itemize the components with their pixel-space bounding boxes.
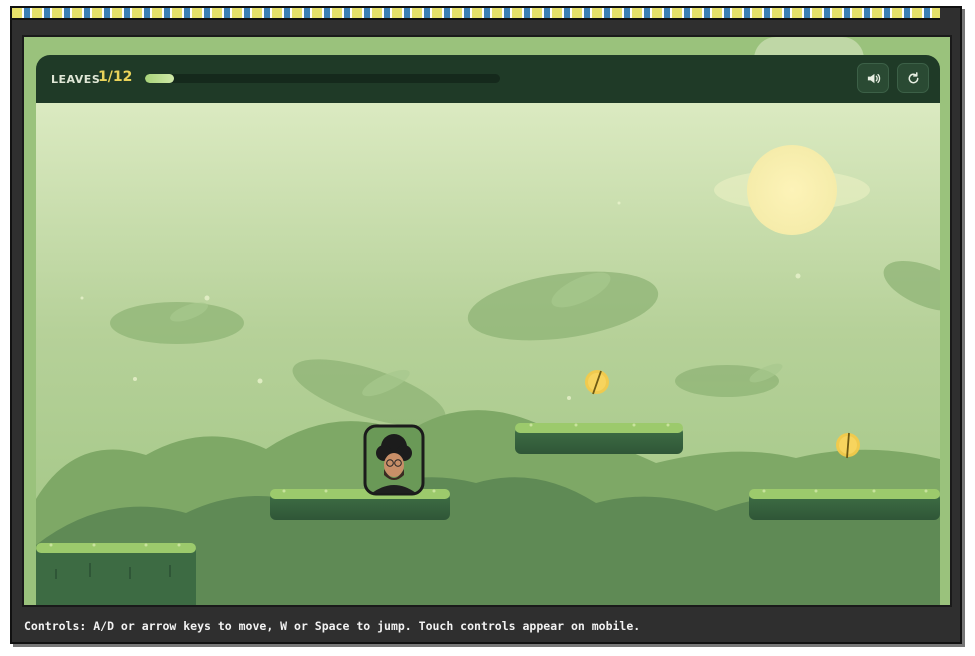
leaf-collectible [585,370,609,395]
leaves-progress-bar [145,74,500,83]
decorative-stripe [12,6,940,20]
platform-right [749,489,940,520]
controls-help-text: Controls: A/D or arrow keys to move, W o… [24,619,641,633]
platform-middle-left [270,489,450,520]
player-avatar [363,424,425,496]
leaves-count: 1/12 [98,69,133,85]
platform-ground-left [36,543,196,605]
restart-button[interactable] [897,63,929,93]
game-canvas[interactable] [36,103,940,605]
speaker-icon [867,73,880,83]
hud-bar: LEAVES 1/12 [36,55,940,103]
game-scene [36,103,940,605]
game-stage: LEAVES 1/12 [22,35,952,607]
sound-button[interactable] [857,63,889,93]
restart-icon [908,71,918,83]
leaves-label: LEAVES [51,73,101,86]
platform-center [515,423,683,454]
sun [747,145,837,235]
leaves-progress-fill [145,74,175,83]
